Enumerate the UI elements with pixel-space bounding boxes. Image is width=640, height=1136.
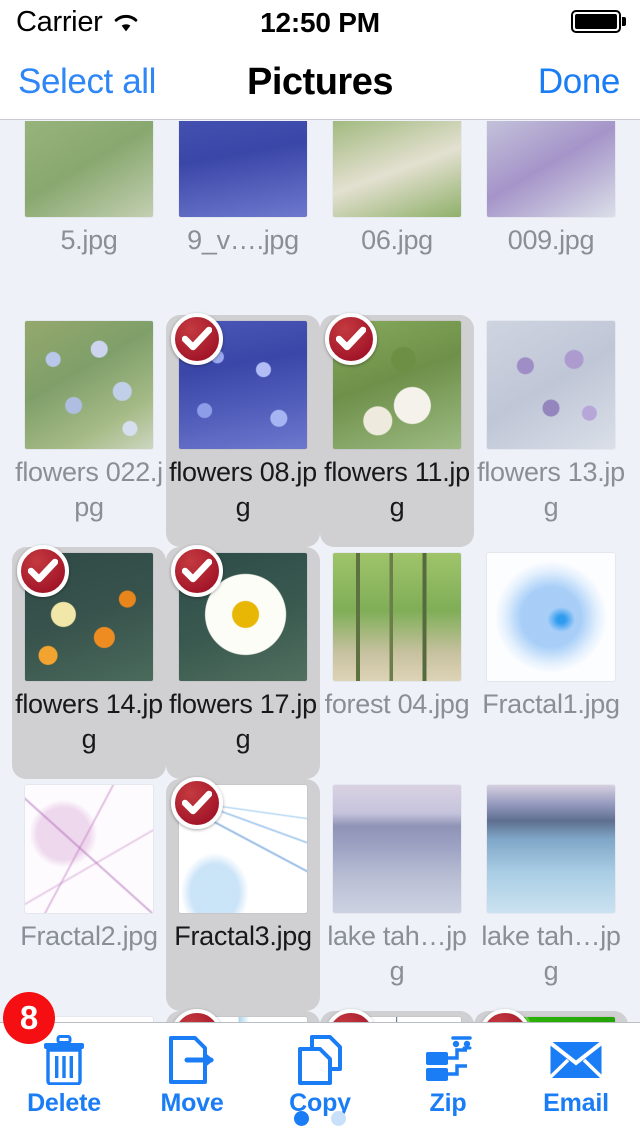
thumbnail-image	[25, 121, 153, 217]
thumbnail-image	[487, 121, 615, 217]
file-cell[interactable]: 009.jpg	[474, 121, 628, 315]
thumbnail-image	[487, 553, 615, 681]
file-name-label: Fractal3.jpg	[174, 921, 312, 951]
file-name-label: 5.jpg	[60, 225, 118, 255]
file-cell[interactable]	[166, 1009, 320, 1022]
file-cell[interactable]: 5.jpg	[12, 121, 166, 315]
thumbnail-wrapper	[25, 785, 153, 913]
clock-label: 12:50 PM	[260, 6, 380, 38]
file-cell[interactable]: flowers 022.jpg	[12, 315, 166, 547]
zip-button[interactable]: Zip	[389, 1035, 507, 1118]
file-name-label: Fractal2.jpg	[20, 921, 158, 951]
thumbnail-wrapper	[25, 121, 153, 217]
checkmark-icon[interactable]	[171, 313, 223, 365]
file-cell[interactable]: flowers 14.jpg	[12, 545, 166, 779]
file-name-label: 9_v….jpg	[187, 225, 299, 255]
file-grid-scroll[interactable]: 5.jpg 9_v….jpg 06.jpg 009.jpg flowers 022.jp…	[0, 121, 640, 1022]
file-name-label: forest 04.jpg	[324, 689, 470, 719]
thumbnail-wrapper	[171, 777, 307, 913]
file-name-label: flowers 08.jpg	[169, 457, 317, 522]
delete-button[interactable]: Delete	[5, 1035, 123, 1118]
checkmark-icon[interactable]	[325, 313, 377, 365]
file-cell[interactable]: flowers 08.jpg	[166, 313, 320, 547]
file-name-label: flowers 022.jpg	[15, 457, 163, 522]
file-name-label: lake tah…jpg	[327, 921, 467, 986]
thumbnail-image	[333, 785, 461, 913]
file-cell[interactable]: flowers 11.jpg	[320, 313, 474, 547]
battery-icon	[570, 10, 626, 33]
file-cell[interactable]	[474, 1009, 628, 1022]
thumbnail-wrapper	[333, 553, 461, 681]
envelope-icon	[549, 1035, 603, 1085]
checkmark-icon[interactable]	[171, 777, 223, 829]
page-dot[interactable]	[294, 1111, 309, 1126]
thumbnail-wrapper	[487, 553, 615, 681]
file-cell[interactable]: Fractal3.jpg	[166, 777, 320, 1011]
checkmark-icon[interactable]	[171, 545, 223, 597]
file-grid: 5.jpg 9_v….jpg 06.jpg 009.jpg flowers 022.jp…	[0, 121, 640, 1022]
thumbnail-image	[333, 121, 461, 217]
file-name-label: flowers 17.jpg	[169, 689, 317, 754]
thumbnail-wrapper	[179, 121, 307, 217]
thumbnail-image	[333, 553, 461, 681]
checkmark-icon[interactable]	[325, 1009, 377, 1022]
thumbnail-wrapper	[487, 785, 615, 913]
page-indicator[interactable]	[0, 1111, 640, 1126]
done-button[interactable]: Done	[538, 62, 620, 102]
thumbnail-wrapper	[487, 121, 615, 217]
thumbnail-image	[487, 321, 615, 449]
thumbnail-image	[179, 121, 307, 217]
navigation-bar: Select all Pictures Done	[0, 45, 640, 120]
file-name-label: 06.jpg	[361, 225, 433, 255]
file-name-label: flowers 13.jpg	[477, 457, 625, 522]
file-cell[interactable]: lake tah…jpg	[320, 779, 474, 1011]
thumbnail-wrapper	[325, 313, 461, 449]
file-name-label: flowers 14.jpg	[15, 689, 163, 754]
file-cell[interactable]: flowers 17.jpg	[166, 545, 320, 779]
file-name-label: Fractal1.jpg	[482, 689, 620, 719]
zip-compress-icon	[423, 1035, 473, 1085]
file-name-label: 009.jpg	[507, 225, 595, 255]
checkmark-icon[interactable]	[17, 545, 69, 597]
thumbnail-wrapper	[171, 545, 307, 681]
file-cell[interactable]: 9_v….jpg	[166, 121, 320, 315]
selection-count-badge: 8	[3, 992, 55, 1044]
move-button[interactable]: Move	[133, 1035, 251, 1118]
thumbnail-image	[25, 785, 153, 913]
thumbnail-wrapper	[333, 785, 461, 913]
file-cell[interactable]: lake tah…jpg	[474, 779, 628, 1011]
copy-button[interactable]: Copy	[261, 1035, 379, 1118]
thumbnail-wrapper	[171, 313, 307, 449]
thumbnail-image	[25, 321, 153, 449]
file-cell[interactable]: Fractal2.jpg	[12, 779, 166, 1011]
checkmark-icon[interactable]	[171, 1009, 223, 1022]
thumbnail-wrapper	[333, 121, 461, 217]
status-bar: Carrier 12:50 PM	[0, 0, 640, 45]
file-cell[interactable]	[320, 1009, 474, 1022]
file-cell[interactable]: Fractal1.jpg	[474, 547, 628, 779]
email-button[interactable]: Email	[517, 1035, 635, 1118]
file-cell[interactable]: forest 04.jpg	[320, 547, 474, 779]
file-cell[interactable]: flowers 13.jpg	[474, 315, 628, 547]
thumbnail-wrapper	[25, 321, 153, 449]
move-arrow-icon	[167, 1035, 217, 1085]
file-name-label: lake tah…jpg	[481, 921, 621, 986]
page-dot[interactable]	[331, 1111, 346, 1126]
trash-icon	[41, 1035, 87, 1085]
file-cell[interactable]: 06.jpg	[320, 121, 474, 315]
thumbnail-image	[487, 785, 615, 913]
thumbnail-wrapper	[17, 545, 153, 681]
copy-pages-icon	[296, 1035, 344, 1085]
app-root: Carrier 12:50 PM Select all Pictures Don…	[0, 0, 640, 1136]
checkmark-icon[interactable]	[479, 1009, 531, 1022]
file-name-label: flowers 11.jpg	[324, 457, 470, 522]
thumbnail-wrapper	[487, 321, 615, 449]
